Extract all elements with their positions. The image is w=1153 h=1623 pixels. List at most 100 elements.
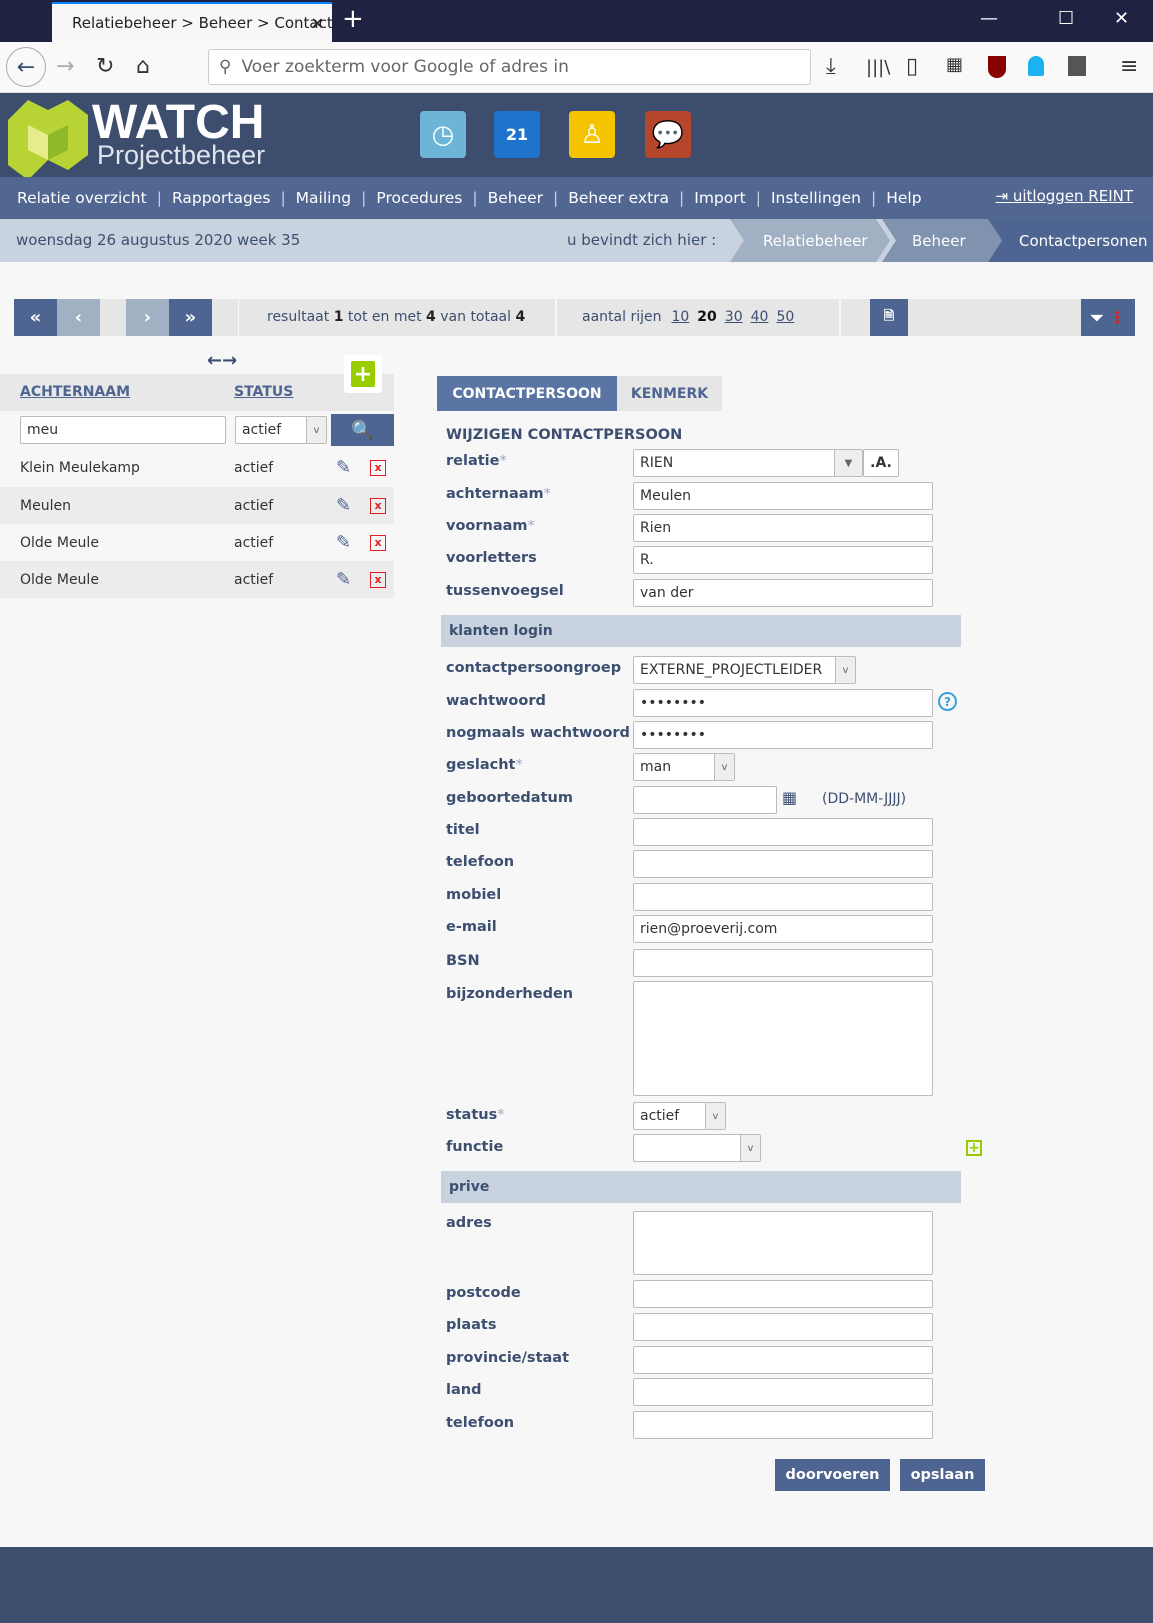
wachtwoord-label: wachtwoord: [446, 693, 546, 709]
library-icon[interactable]: |||\: [866, 57, 890, 78]
menu-help[interactable]: Help: [886, 189, 921, 207]
reload-icon[interactable]: ↻: [96, 54, 114, 79]
ghostery-icon[interactable]: [1028, 56, 1044, 76]
section-prive: prive: [441, 1171, 961, 1203]
ublock-icon[interactable]: [988, 56, 1006, 78]
menu-icon[interactable]: ≡: [1120, 54, 1138, 79]
tussenvoegsel-input[interactable]: van der: [633, 579, 933, 607]
back-icon[interactable]: ←: [6, 47, 46, 87]
nogmaals-wachtwoord-input[interactable]: ••••••••: [633, 721, 933, 749]
logout-link[interactable]: ⇥ uitloggen REINT: [996, 187, 1134, 205]
list-row[interactable]: Olde Meule actief ✎ x: [0, 524, 394, 561]
geslacht-select[interactable]: man v: [633, 753, 735, 781]
rows-40[interactable]: 40: [751, 309, 769, 325]
home-icon[interactable]: ⌂: [136, 54, 150, 79]
calendar-icon[interactable]: ▦: [782, 788, 797, 807]
voorletters-input[interactable]: R.: [633, 546, 933, 574]
resize-arrows-icon[interactable]: ←→: [207, 350, 237, 371]
extension-icon[interactable]: [1068, 56, 1086, 76]
menu-beheer-extra[interactable]: Beheer extra: [568, 189, 669, 207]
menu-relatie-overzicht[interactable]: Relatie overzicht: [17, 189, 147, 207]
mobiel-input[interactable]: [633, 883, 933, 911]
rows-10[interactable]: 10: [671, 309, 689, 325]
delete-icon[interactable]: x: [370, 497, 386, 514]
qr-icon[interactable]: ▦: [946, 54, 963, 75]
status-select[interactable]: actief v: [633, 1102, 726, 1130]
close-tab-icon[interactable]: ✕: [311, 14, 324, 33]
calendar-icon[interactable]: 21: [494, 111, 540, 158]
help-icon[interactable]: ?: [938, 692, 957, 711]
prev-page-button[interactable]: ‹: [57, 299, 100, 336]
minimize-icon[interactable]: —: [980, 8, 998, 29]
sort-status[interactable]: STATUS: [234, 384, 293, 400]
geboortedatum-input[interactable]: [633, 786, 777, 814]
voornaam-input[interactable]: Rien: [633, 514, 933, 542]
menu-instellingen[interactable]: Instellingen: [771, 189, 861, 207]
relatie-lookup-button[interactable]: .A.: [863, 449, 899, 477]
doorvoeren-button[interactable]: doorvoeren: [775, 1459, 890, 1491]
breadcrumb-beheer[interactable]: Beheer: [882, 219, 1002, 262]
download-icon[interactable]: ⤓: [826, 54, 836, 79]
plaats-input[interactable]: [633, 1313, 933, 1341]
edit-icon[interactable]: ✎: [336, 569, 351, 590]
wachtwoord-input[interactable]: ••••••••: [633, 689, 933, 717]
excel-export-icon[interactable]: 🗎: [870, 299, 908, 336]
first-page-button[interactable]: «: [14, 299, 57, 336]
list-row[interactable]: Klein Meulekamp actief ✎ x: [0, 449, 394, 486]
people-icon[interactable]: ♙: [569, 111, 615, 158]
prive-telefoon-input[interactable]: [633, 1411, 933, 1439]
bsn-input[interactable]: [633, 949, 933, 977]
list-row[interactable]: Meulen actief ✎ x: [0, 487, 394, 524]
pagination-toolbar: « ‹ › » resultaat 1 tot en met 4 van tot…: [14, 299, 1135, 336]
sidebar-icon[interactable]: ▯: [906, 54, 918, 79]
new-tab-icon[interactable]: +: [342, 4, 364, 34]
contactpersoongroep-select[interactable]: EXTERNE_PROJECTLEIDER v: [633, 656, 856, 684]
menu-procedures[interactable]: Procedures: [376, 189, 462, 207]
close-window-icon[interactable]: ✕: [1114, 8, 1129, 29]
sort-achternaam[interactable]: ACHTERNAAM: [20, 384, 130, 400]
menu-beheer[interactable]: Beheer: [488, 189, 543, 207]
next-page-button[interactable]: ›: [126, 299, 169, 336]
relatie-select[interactable]: RIEN ▼: [633, 449, 863, 477]
filter-button[interactable]: ⏷ ⋮: [1081, 299, 1135, 336]
status-filter-select[interactable]: actief v: [235, 416, 327, 444]
search-name-input[interactable]: meu: [20, 416, 226, 444]
adres-textarea[interactable]: [633, 1211, 933, 1275]
email-input[interactable]: rien@proeverij.com: [633, 915, 933, 943]
menu-mailing[interactable]: Mailing: [296, 189, 351, 207]
menu-rapportages[interactable]: Rapportages: [172, 189, 271, 207]
add-button[interactable]: +: [344, 355, 382, 393]
clock-icon[interactable]: ◷: [420, 111, 466, 158]
breadcrumb-relatiebeheer[interactable]: Relatiebeheer: [730, 219, 890, 262]
edit-icon[interactable]: ✎: [336, 532, 351, 553]
tab-contactpersoon[interactable]: CONTACTPERSOON: [437, 376, 617, 411]
achternaam-input[interactable]: Meulen: [633, 482, 933, 510]
edit-icon[interactable]: ✎: [336, 457, 351, 478]
tab-kenmerk[interactable]: KENMERK: [617, 376, 722, 411]
rows-30[interactable]: 30: [725, 309, 743, 325]
titel-input[interactable]: [633, 818, 933, 846]
search-button[interactable]: 🔍: [331, 414, 394, 446]
provincie-input[interactable]: [633, 1346, 933, 1374]
add-functie-icon[interactable]: +: [966, 1140, 982, 1156]
bijzonderheden-textarea[interactable]: [633, 981, 933, 1096]
edit-icon[interactable]: ✎: [336, 495, 351, 516]
url-bar[interactable]: ⚲ Voer zoekterm voor Google of adres in: [208, 49, 811, 85]
forward-icon[interactable]: →: [56, 54, 74, 79]
rows-20[interactable]: 20: [697, 309, 716, 325]
menu-import[interactable]: Import: [694, 189, 745, 207]
last-page-button[interactable]: »: [169, 299, 212, 336]
chat-icon[interactable]: 💬: [645, 111, 691, 158]
browser-tab[interactable]: Relatiebeheer > Beheer > Contactpersonen…: [52, 2, 332, 42]
delete-icon[interactable]: x: [370, 571, 386, 588]
list-row[interactable]: Olde Meule actief ✎ x: [0, 561, 394, 598]
postcode-input[interactable]: [633, 1280, 933, 1308]
delete-icon[interactable]: x: [370, 459, 386, 476]
opslaan-button[interactable]: opslaan: [900, 1459, 985, 1491]
delete-icon[interactable]: x: [370, 534, 386, 551]
rows-50[interactable]: 50: [776, 309, 794, 325]
functie-select[interactable]: v: [633, 1134, 761, 1162]
land-input[interactable]: [633, 1378, 933, 1406]
maximize-icon[interactable]: ☐: [1058, 8, 1074, 29]
telefoon-input[interactable]: [633, 850, 933, 878]
